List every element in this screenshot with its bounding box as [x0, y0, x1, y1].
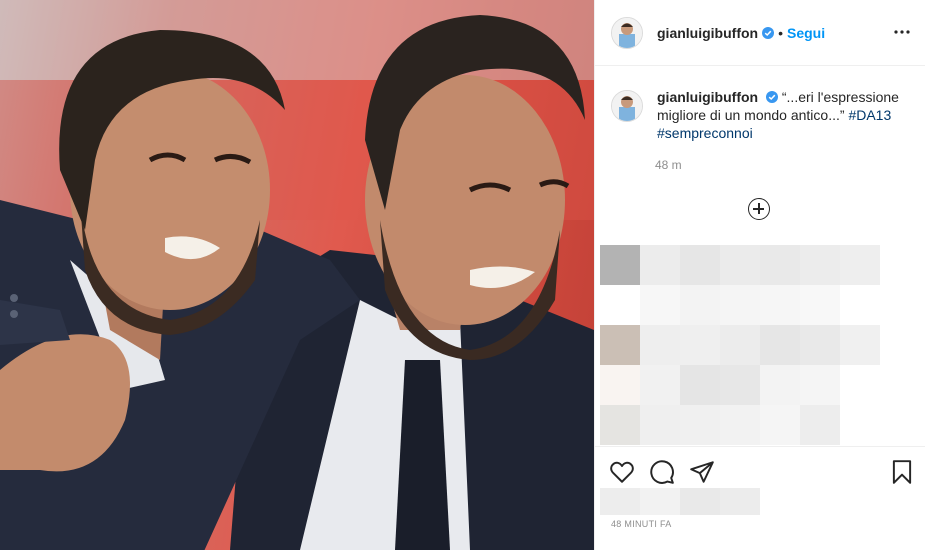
post-header: gianluigibuffon • Segui: [595, 0, 925, 66]
caption-time: 48 m: [655, 158, 682, 172]
follow-button[interactable]: Segui: [787, 25, 825, 41]
heart-icon[interactable]: [609, 459, 635, 485]
hashtag-link[interactable]: #sempreconnoi: [657, 125, 753, 141]
avatar[interactable]: [611, 16, 643, 49]
caption-username[interactable]: gianluigibuffon: [657, 89, 758, 105]
verified-badge-icon: [762, 26, 775, 39]
plus-circle-icon[interactable]: [748, 198, 770, 220]
verified-badge-icon: [765, 91, 778, 103]
bookmark-icon[interactable]: [889, 459, 915, 485]
more-options-icon[interactable]: [892, 22, 912, 42]
instagram-post: gianluigibuffon • Segui gianluigibuffon …: [0, 0, 925, 550]
caption: gianluigibuffon “...eri l'espressione mi…: [611, 88, 911, 142]
action-bar: 48 MINUTI FA: [595, 446, 925, 550]
caption-text-block: gianluigibuffon “...eri l'espressione mi…: [657, 88, 907, 142]
posted-timestamp: 48 MINUTI FA: [611, 519, 672, 529]
avatar-image: [612, 91, 642, 121]
caption-avatar[interactable]: [611, 90, 643, 122]
header-username[interactable]: gianluigibuffon: [657, 25, 758, 41]
header-separator: •: [778, 24, 783, 41]
post-photo[interactable]: [0, 0, 594, 550]
avatar-image: [612, 17, 642, 48]
hashtag-link[interactable]: #DA13: [848, 107, 891, 123]
comment-bubble-icon[interactable]: [649, 459, 675, 485]
post-side-panel: gianluigibuffon • Segui gianluigibuffon …: [594, 0, 925, 550]
post-photo-illustration: [0, 0, 594, 550]
paper-plane-icon[interactable]: [689, 459, 715, 485]
